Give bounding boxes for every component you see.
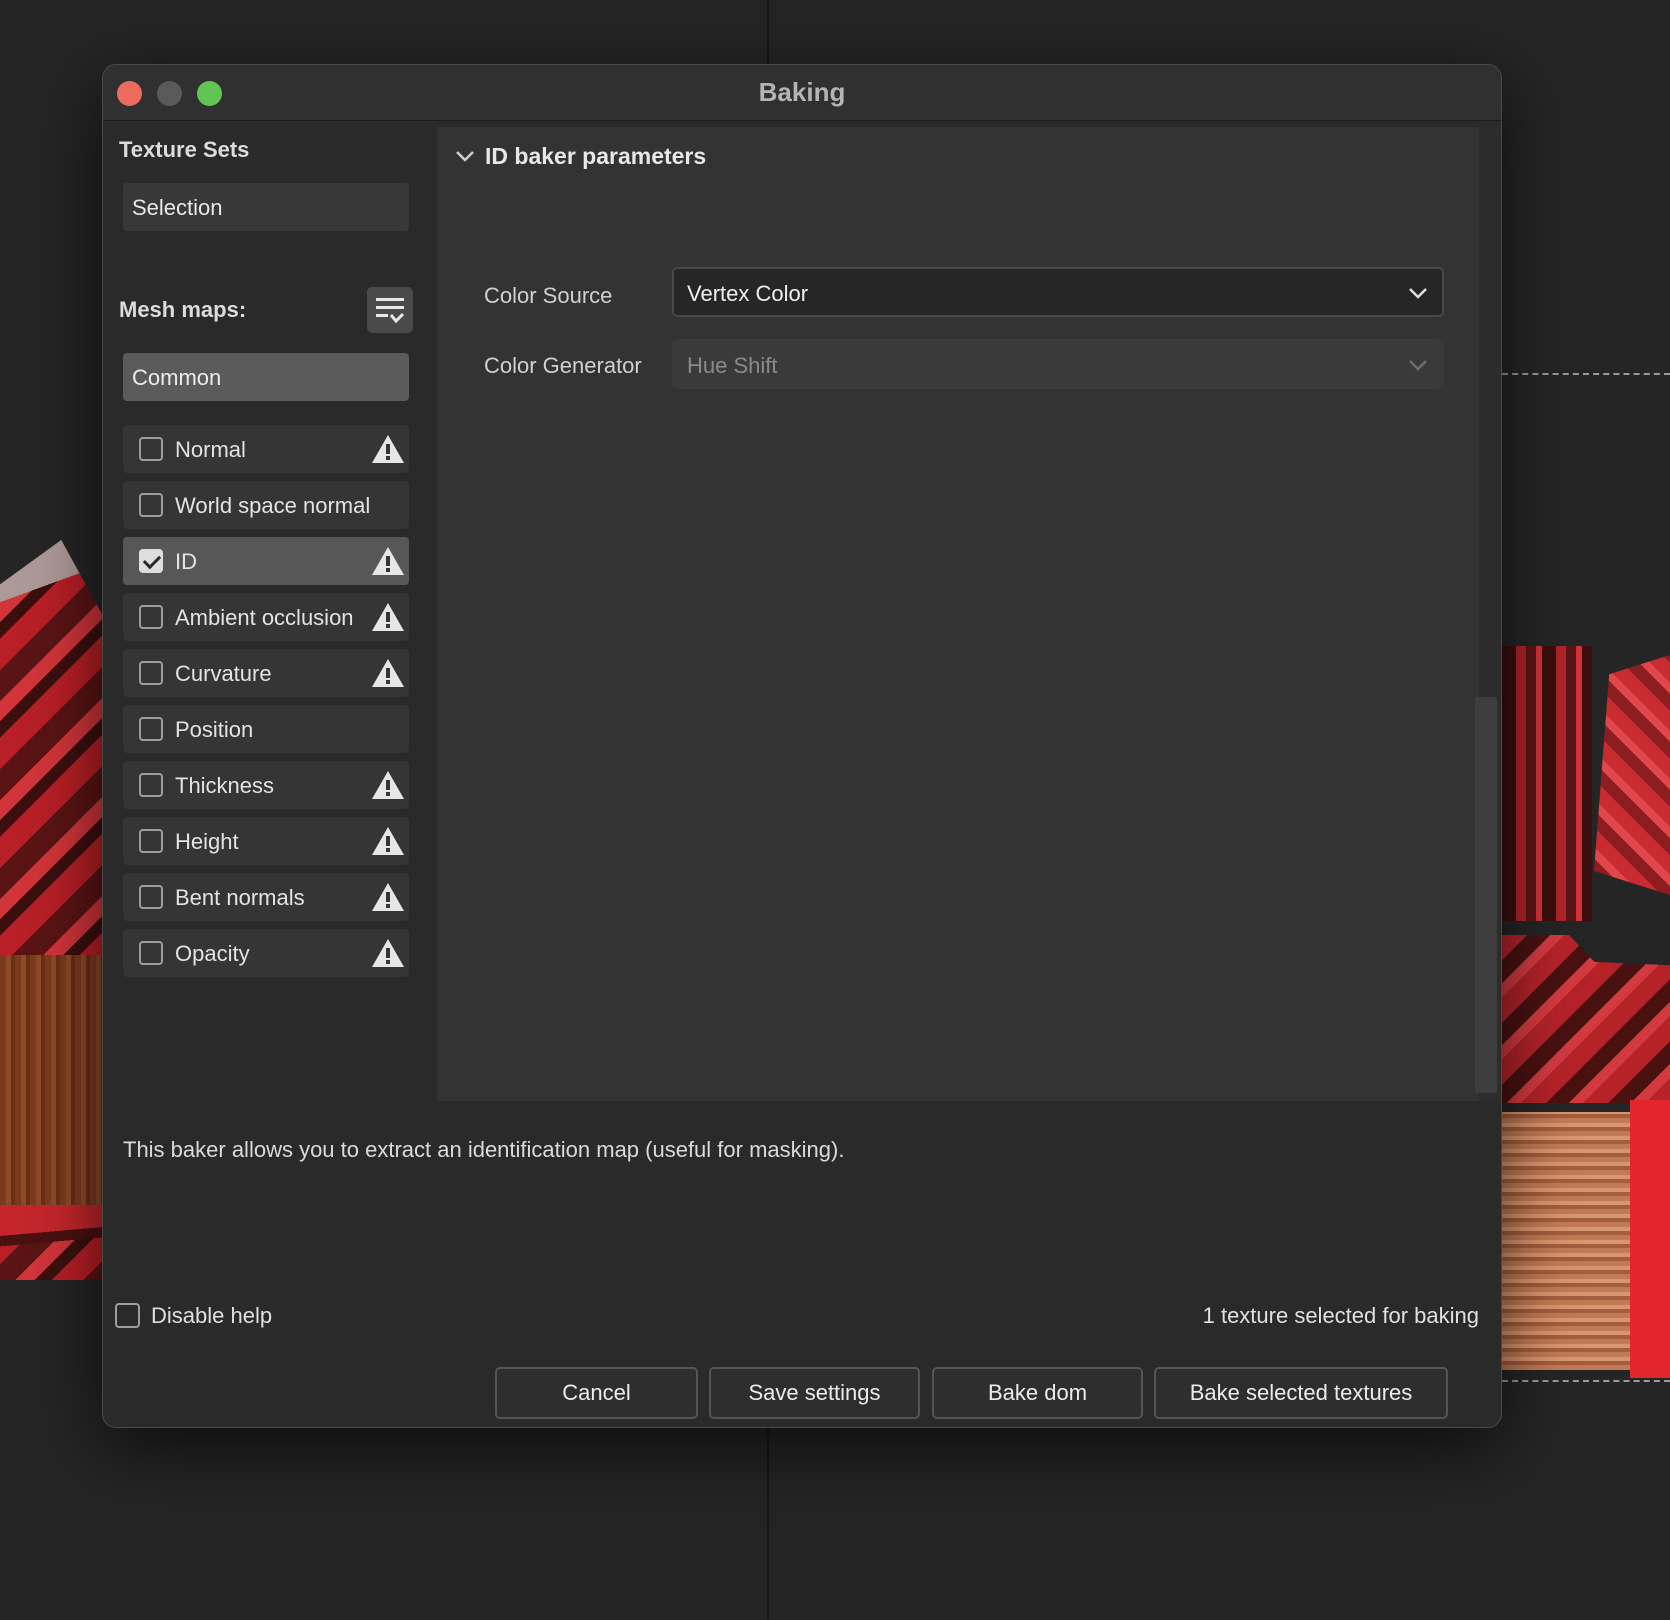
warning-icon: [372, 547, 404, 575]
tab-common[interactable]: Common: [123, 353, 409, 401]
warning-icon: [372, 883, 404, 911]
mesh-map-checkbox[interactable]: [139, 493, 163, 517]
mesh-map-row[interactable]: Curvature: [123, 649, 409, 697]
warning-icon: [372, 659, 404, 687]
mesh-map-label: Position: [175, 717, 254, 742]
mesh-map-checkbox[interactable]: [139, 661, 163, 685]
mesh-maps-menu-button[interactable]: [367, 287, 413, 333]
mesh-map-checkbox[interactable]: [139, 885, 163, 909]
mesh-map-row[interactable]: Normal: [123, 425, 409, 473]
mesh-texture-right-edge: [1594, 655, 1670, 895]
params-title: ID baker parameters: [485, 143, 707, 169]
color-source-label: Color Source: [484, 283, 613, 308]
mesh-map-checkbox[interactable]: [139, 829, 163, 853]
mesh-map-row[interactable]: Opacity: [123, 929, 409, 977]
baking-dialog: Baking Texture Sets Selection Mesh maps:…: [102, 64, 1502, 1428]
mesh-map-checkbox[interactable]: [139, 437, 163, 461]
mesh-maps-heading: Mesh maps:: [119, 297, 247, 322]
uv-bound-line: [1502, 1380, 1670, 1382]
bake-dom-button[interactable]: Bake dom: [932, 1367, 1143, 1419]
mesh-map-label: Curvature: [175, 661, 272, 686]
color-generator-value: Hue Shift: [687, 353, 778, 378]
mesh-map-row[interactable]: Thickness: [123, 761, 409, 809]
mesh-map-label: Opacity: [175, 941, 250, 966]
mesh-map-checkbox[interactable]: [139, 549, 163, 573]
mesh-texture-right-mid: [1502, 935, 1670, 1103]
mesh-map-label: Bent normals: [175, 885, 305, 910]
mesh-map-checkbox[interactable]: [139, 605, 163, 629]
mesh-map-checkbox[interactable]: [139, 717, 163, 741]
color-generator-dropdown: Hue Shift: [672, 339, 1444, 389]
title-bar[interactable]: Baking: [103, 65, 1501, 121]
window-title: Baking: [758, 77, 846, 107]
mesh-map-label: ID: [175, 549, 197, 574]
mesh-band-left: [0, 1205, 102, 1265]
save-settings-button[interactable]: Save settings: [709, 1367, 920, 1419]
bake-status-text: 1 texture selected for baking: [1202, 1303, 1479, 1328]
baker-parameters-panel: ID baker parameters Color Source Vertex …: [437, 127, 1482, 1101]
mesh-maps-list: Normal World space normal ID Ambient occlus…: [123, 425, 409, 985]
texture-set-selection[interactable]: Selection: [123, 183, 409, 231]
mesh-map-label: Ambient occlusion: [175, 605, 354, 630]
chevron-down-icon: [1409, 288, 1427, 299]
warning-icon: [372, 827, 404, 855]
uv-bound-line: [1502, 373, 1670, 375]
mesh-map-checkbox[interactable]: [139, 773, 163, 797]
mesh-map-label: Height: [175, 829, 239, 854]
mesh-map-row[interactable]: ID: [123, 537, 409, 585]
warning-icon: [372, 771, 404, 799]
texture-sets-heading: Texture Sets: [119, 137, 250, 162]
chevron-down-icon: [1409, 360, 1427, 371]
params-scrollbar-thumb[interactable]: [1475, 697, 1497, 1093]
mesh-map-checkbox[interactable]: [139, 941, 163, 965]
mesh-map-row[interactable]: Position: [123, 705, 409, 753]
mesh-map-label: World space normal: [175, 493, 371, 518]
mesh-map-row[interactable]: Height: [123, 817, 409, 865]
color-generator-label: Color Generator: [484, 353, 642, 378]
warning-icon: [372, 603, 404, 631]
mesh-wood-left: [0, 955, 102, 1205]
mesh-map-row[interactable]: World space normal: [123, 481, 409, 529]
mesh-map-row[interactable]: Ambient occlusion: [123, 593, 409, 641]
mesh-texture-right-top: [1502, 646, 1592, 921]
warning-icon: [372, 435, 404, 463]
color-source-dropdown[interactable]: Vertex Color: [672, 267, 1444, 317]
mesh-map-label: Normal: [175, 437, 246, 462]
mesh-wood-right: [1502, 1112, 1630, 1370]
mesh-map-label: Thickness: [175, 773, 275, 798]
help-text: This baker allows you to extract an iden…: [123, 1137, 845, 1162]
warning-icon: [372, 939, 404, 967]
cancel-button[interactable]: Cancel: [495, 1367, 698, 1419]
list-check-icon: [376, 298, 404, 324]
disable-help-label[interactable]: Disable help: [151, 1303, 272, 1329]
color-source-value: Vertex Color: [687, 281, 809, 306]
mesh-band-right: [1630, 1100, 1670, 1378]
chevron-down-icon: [456, 151, 474, 162]
disable-help-checkbox[interactable]: [115, 1303, 140, 1328]
bake-selected-textures-button[interactable]: Bake selected textures: [1154, 1367, 1448, 1419]
mesh-map-row[interactable]: Bent normals: [123, 873, 409, 921]
